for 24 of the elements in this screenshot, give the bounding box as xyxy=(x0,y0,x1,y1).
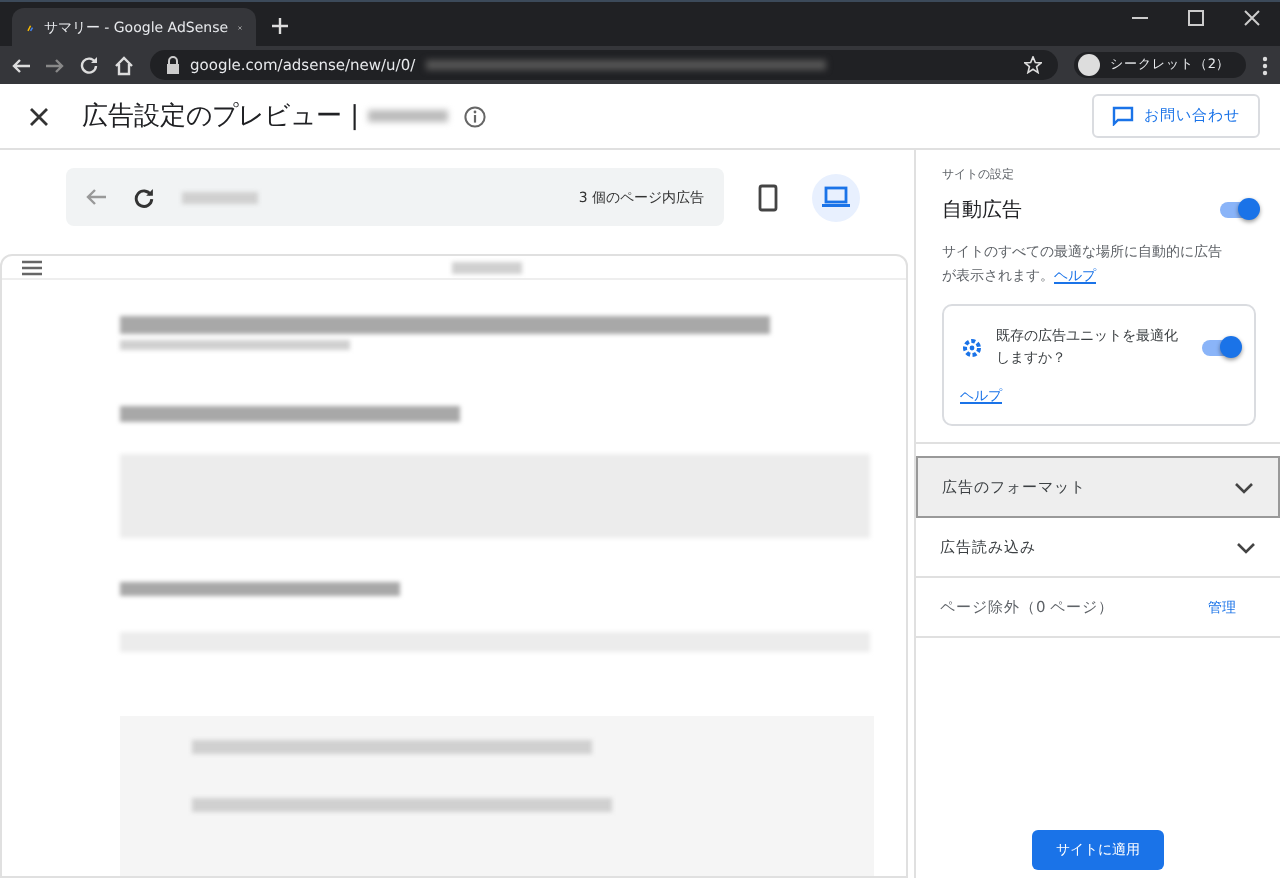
hamburger-icon[interactable] xyxy=(22,259,42,275)
lock-icon xyxy=(166,56,180,74)
chevron-down-icon xyxy=(1236,541,1256,553)
chevron-down-icon xyxy=(1234,481,1254,493)
close-window-icon[interactable] xyxy=(1244,10,1260,26)
auto-ads-toggle[interactable] xyxy=(1220,202,1256,218)
blurred-site-name xyxy=(367,110,448,122)
auto-ads-label: 自動広告 xyxy=(942,197,1022,224)
maximize-icon[interactable] xyxy=(1188,10,1204,26)
star-icon[interactable] xyxy=(1023,56,1042,74)
home-icon[interactable] xyxy=(114,55,134,75)
gear-icon xyxy=(960,336,984,360)
blurred-text xyxy=(182,191,258,203)
blurred-text xyxy=(452,261,522,273)
new-tab-icon[interactable] xyxy=(272,18,288,34)
page-title: 広告設定のプレビュー | xyxy=(82,100,360,134)
optimize-toggle[interactable] xyxy=(1202,340,1238,356)
close-icon[interactable] xyxy=(30,107,48,125)
forward-icon[interactable] xyxy=(46,57,64,73)
menu-icon[interactable] xyxy=(1262,55,1268,75)
reload-icon[interactable] xyxy=(134,187,154,207)
feedback-icon xyxy=(1112,106,1134,126)
laptop-icon[interactable] xyxy=(812,173,860,221)
info-icon[interactable] xyxy=(463,105,486,127)
